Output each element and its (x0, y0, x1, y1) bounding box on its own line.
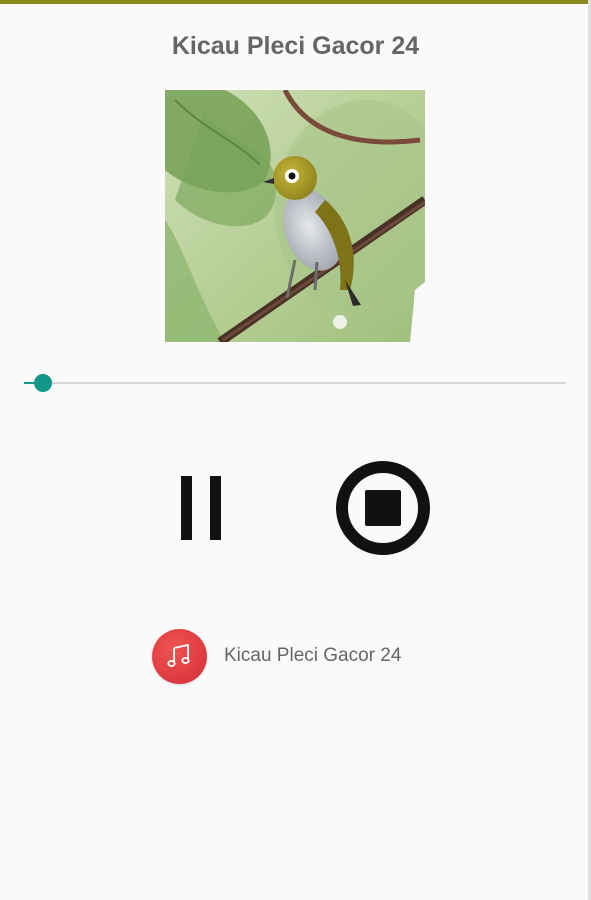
now-playing-item[interactable]: Kicau Pleci Gacor 24 (152, 628, 401, 684)
music-note-badge (152, 628, 207, 684)
stop-button[interactable] (334, 460, 432, 558)
seek-track (24, 382, 566, 384)
track-title: Kicau Pleci Gacor 24 (224, 645, 402, 666)
seek-thumb[interactable] (34, 374, 52, 392)
album-artwork (165, 90, 425, 342)
bird-on-branch-image (165, 90, 425, 342)
seek-bar[interactable] (24, 372, 566, 394)
pause-button[interactable] (168, 468, 234, 548)
pause-icon (181, 476, 221, 540)
stop-circle-icon (336, 461, 430, 555)
top-accent-strip (0, 0, 591, 4)
page-title: Kicau Pleci Gacor 24 (171, 32, 420, 60)
music-note-icon (166, 643, 190, 667)
